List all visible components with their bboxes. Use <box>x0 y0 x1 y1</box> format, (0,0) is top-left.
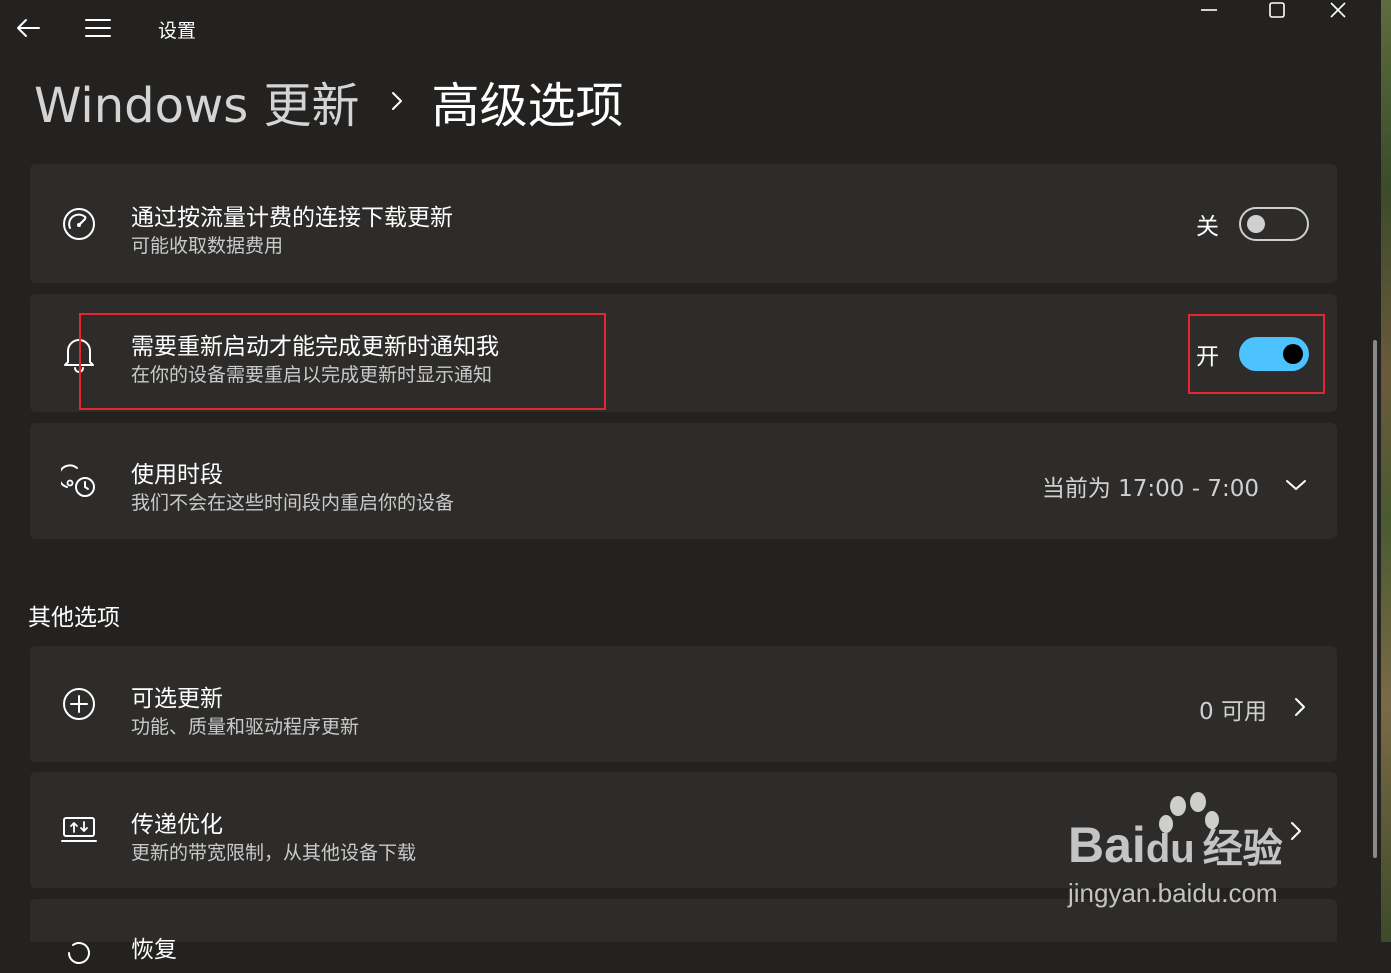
scrollbar-thumb[interactable] <box>1373 340 1377 858</box>
setting-subtitle: 可能收取数据费用 <box>131 235 284 257</box>
toggle-knob <box>1283 344 1303 364</box>
chevron-right-icon <box>390 90 404 112</box>
speedometer-icon <box>59 204 99 244</box>
active-hours-dropdown[interactable]: 当前为 17:00 - 7:00 <box>1042 469 1307 503</box>
setting-card-restart-notify: 需要重新启动才能完成更新时通知我 在你的设备需要重启以完成更新时显示通知 开 <box>30 294 1337 412</box>
metered-download-toggle[interactable] <box>1239 207 1309 241</box>
title-bar: 设置 <box>0 0 1380 56</box>
setting-subtitle: 功能、质量和驱动程序更新 <box>131 716 360 738</box>
optional-updates-count: 0 可用 <box>1199 699 1267 725</box>
back-arrow-icon[interactable] <box>10 10 46 46</box>
metered-download-toggle-group: 关 <box>1196 207 1309 241</box>
setting-title: 需要重新启动才能完成更新时通知我 <box>131 334 499 360</box>
setting-subtitle: 更新的带宽限制，从其他设备下载 <box>131 842 417 864</box>
setting-card-metered-download: 通过按流量计费的连接下载更新 可能收取数据费用 关 <box>30 164 1337 283</box>
section-heading-other-options: 其他选项 <box>28 605 120 631</box>
recovery-icon <box>59 933 99 973</box>
breadcrumb-parent-link[interactable]: Windows 更新 <box>34 66 360 136</box>
toggle-knob <box>1247 215 1265 233</box>
app-title: 设置 <box>158 20 197 42</box>
setting-card-optional-updates[interactable]: 可选更新 功能、质量和驱动程序更新 0 可用 <box>30 646 1337 762</box>
delivery-optimization-icon <box>59 810 99 850</box>
bell-icon <box>59 334 99 374</box>
watermark-brand-du: du <box>1145 827 1195 871</box>
setting-title: 恢复 <box>131 937 177 963</box>
watermark-brand: Baidu 经验 <box>1068 816 1283 874</box>
setting-subtitle: 在你的设备需要重启以完成更新时显示通知 <box>131 364 493 386</box>
setting-title: 可选更新 <box>131 686 223 712</box>
active-hours-clock-icon <box>59 461 99 501</box>
hamburger-menu-icon[interactable] <box>80 10 116 46</box>
watermark-url: jingyan.baidu.com <box>1068 878 1278 908</box>
watermark-brand-bai: Bai <box>1068 817 1146 873</box>
restart-notify-toggle[interactable] <box>1239 337 1309 371</box>
watermark: Baidu 经验 jingyan.baidu.com <box>1066 792 1318 912</box>
active-hours-value: 当前为 17:00 - 7:00 <box>1041 476 1259 502</box>
chevron-right-icon <box>1293 696 1307 722</box>
plus-circle-icon <box>59 684 99 724</box>
toggle-state-label: 关 <box>1196 214 1219 240</box>
chevron-down-icon <box>1285 477 1307 496</box>
setting-title: 通过按流量计费的连接下载更新 <box>131 205 453 231</box>
setting-title: 传递优化 <box>131 812 223 838</box>
close-icon[interactable] <box>1318 0 1358 24</box>
page-title: 高级选项 <box>431 78 624 134</box>
maximize-icon[interactable] <box>1257 0 1297 24</box>
setting-title: 使用时段 <box>131 462 223 488</box>
toggle-state-label: 开 <box>1196 344 1219 370</box>
breadcrumb: Windows 更新 高级选项 <box>34 66 624 136</box>
background-desktop-strip <box>1381 0 1391 942</box>
optional-updates-value-group: 0 可用 <box>1199 692 1307 726</box>
minimize-icon[interactable] <box>1189 0 1229 24</box>
setting-subtitle: 我们不会在这些时间段内重启你的设备 <box>131 492 455 514</box>
restart-notify-toggle-group: 开 <box>1196 337 1309 371</box>
watermark-brand-cn: 经验 <box>1202 827 1283 871</box>
setting-card-active-hours[interactable]: 使用时段 我们不会在这些时间段内重启你的设备 当前为 17:00 - 7:00 <box>30 423 1337 539</box>
